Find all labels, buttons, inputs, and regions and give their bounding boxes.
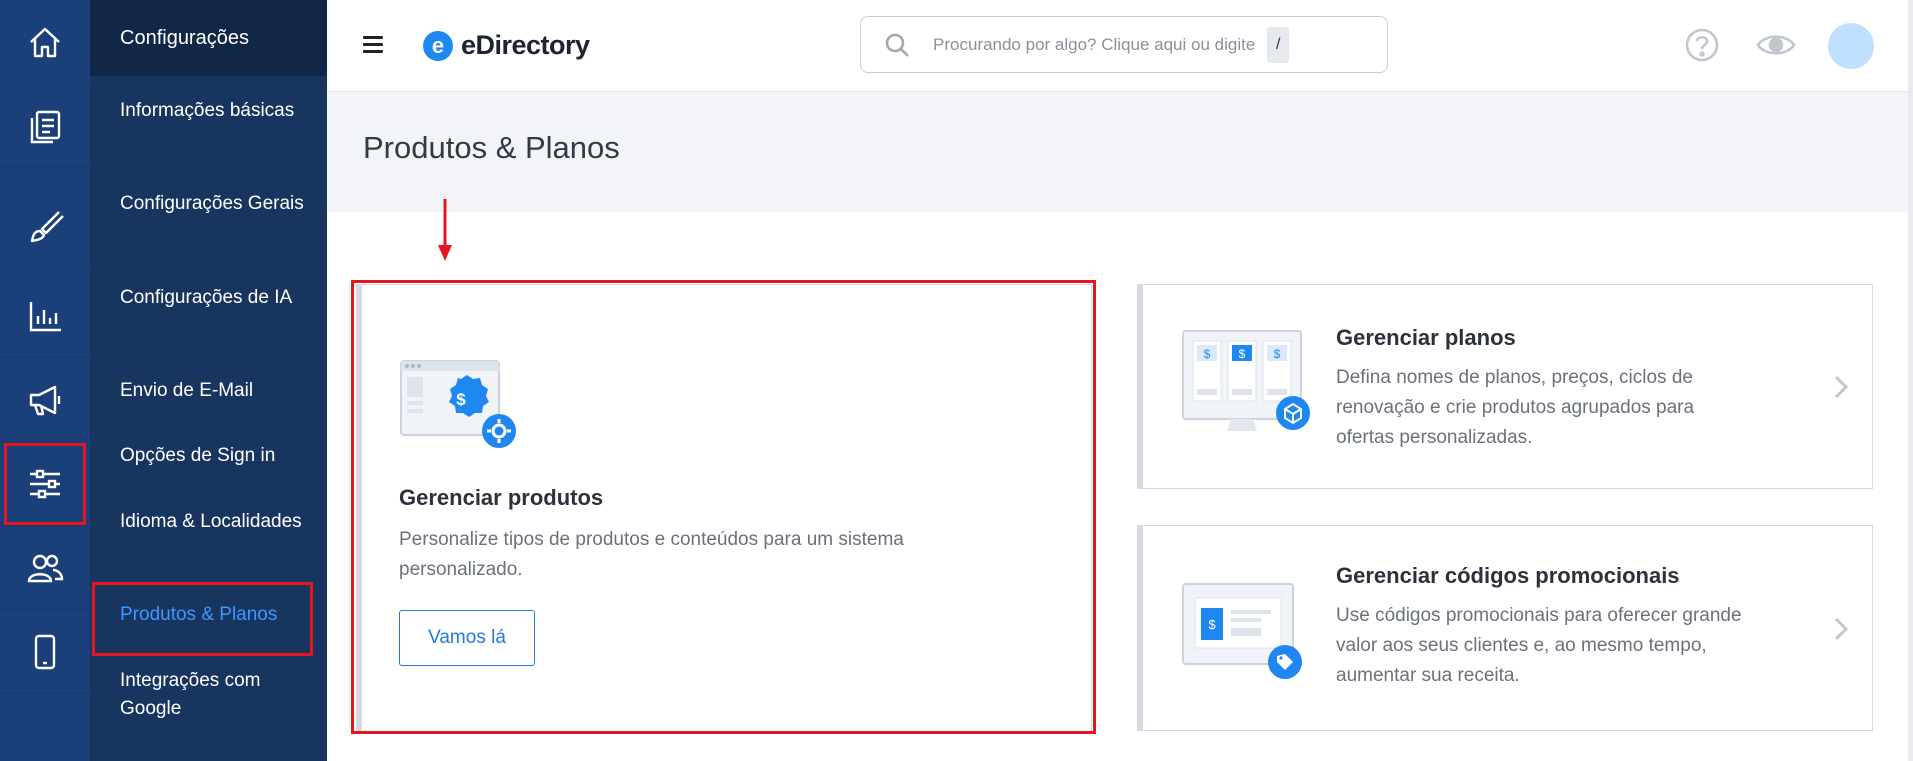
mobile-icon — [34, 634, 56, 669]
rail-promote[interactable] — [0, 358, 90, 442]
icon-rail — [0, 0, 90, 761]
svg-text:$: $ — [1204, 347, 1211, 361]
annotation-arrow-icon — [438, 199, 452, 261]
chevron-right-icon — [1834, 617, 1849, 641]
users-icon — [27, 554, 64, 582]
logo-text: eDirectory — [461, 30, 590, 60]
sidebar-item-idioma-localidades[interactable]: Idioma & Localidades — [120, 508, 320, 536]
rail-reports[interactable] — [0, 274, 90, 358]
sidebar-item-integracoes-google[interactable]: Integrações com Google — [120, 667, 320, 723]
card-gerenciar-codigos-promocionais[interactable]: $ Gerenciar códigos promocionais Use cód… — [1137, 525, 1873, 731]
settings-sidebar: Configurações Informações básicas Config… — [90, 0, 327, 761]
eye-icon[interactable] — [1755, 26, 1797, 64]
search-input[interactable]: Procurando por algo? Clique aqui ou digi… — [860, 16, 1388, 73]
search-shortcut-key: / — [1267, 26, 1290, 63]
top-bar: e eDirectory Procurando por algo? Clique… — [327, 0, 1913, 92]
card-plans-title: Gerenciar planos — [1336, 325, 1516, 350]
rail-mobile[interactable] — [0, 610, 90, 694]
sidebar-item-envio-email[interactable]: Envio de E-Mail — [120, 377, 320, 405]
help-icon[interactable] — [1683, 26, 1721, 64]
highlight-rail-settings — [4, 443, 86, 525]
home-icon — [30, 27, 60, 57]
rail-users[interactable] — [0, 526, 90, 610]
card-promo-title: Gerenciar códigos promocionais — [1336, 563, 1680, 588]
app-logo[interactable]: e eDirectory — [423, 30, 590, 61]
chevron-right-icon — [1834, 375, 1849, 399]
page-title: Produtos & Planos — [363, 130, 620, 165]
card-plans-description: Defina nomes de planos, preços, ciclos d… — [1336, 367, 1695, 448]
reports-icon — [29, 301, 61, 331]
logo-mark: e — [423, 30, 453, 61]
page-header: Produtos & Planos — [327, 92, 1908, 212]
brush-icon — [30, 210, 64, 242]
sidebar-item-informacoes-basicas[interactable]: Informações básicas — [120, 97, 320, 125]
plans-illustration-icon: $ $ $ — [1182, 330, 1310, 431]
menu-toggle-button[interactable] — [363, 36, 383, 54]
card-promo-description: Use códigos promocionais para oferecer g… — [1336, 605, 1742, 686]
sidebar-item-configuracoes-gerais[interactable]: Configurações Gerais — [120, 190, 320, 218]
search-placeholder: Procurando por algo? Clique aqui ou digi… — [933, 34, 1256, 54]
highlight-card-produtos — [351, 280, 1096, 734]
sidebar-item-configuracoes-ia[interactable]: Configurações de IA — [120, 284, 320, 312]
promo-codes-illustration-icon: $ — [1182, 583, 1302, 679]
highlight-sidebar-produtos — [92, 582, 313, 656]
rail-home[interactable] — [0, 0, 90, 84]
avatar[interactable] — [1828, 23, 1874, 69]
sidebar-item-opcoes-sign-in[interactable]: Opções de Sign in — [120, 442, 320, 470]
card-gerenciar-planos[interactable]: $ $ $ Gerenciar planos Defina nomes de p… — [1137, 284, 1873, 489]
scrollbar[interactable] — [1908, 0, 1913, 761]
svg-text:$: $ — [1239, 347, 1246, 361]
promote-icon — [29, 385, 61, 415]
search-icon — [885, 33, 909, 57]
content-icon — [30, 110, 61, 143]
rail-content[interactable] — [0, 84, 90, 168]
svg-text:$: $ — [1208, 617, 1216, 632]
rail-design[interactable] — [0, 184, 90, 268]
svg-text:$: $ — [1274, 347, 1281, 361]
sidebar-header: Configurações — [90, 0, 327, 76]
